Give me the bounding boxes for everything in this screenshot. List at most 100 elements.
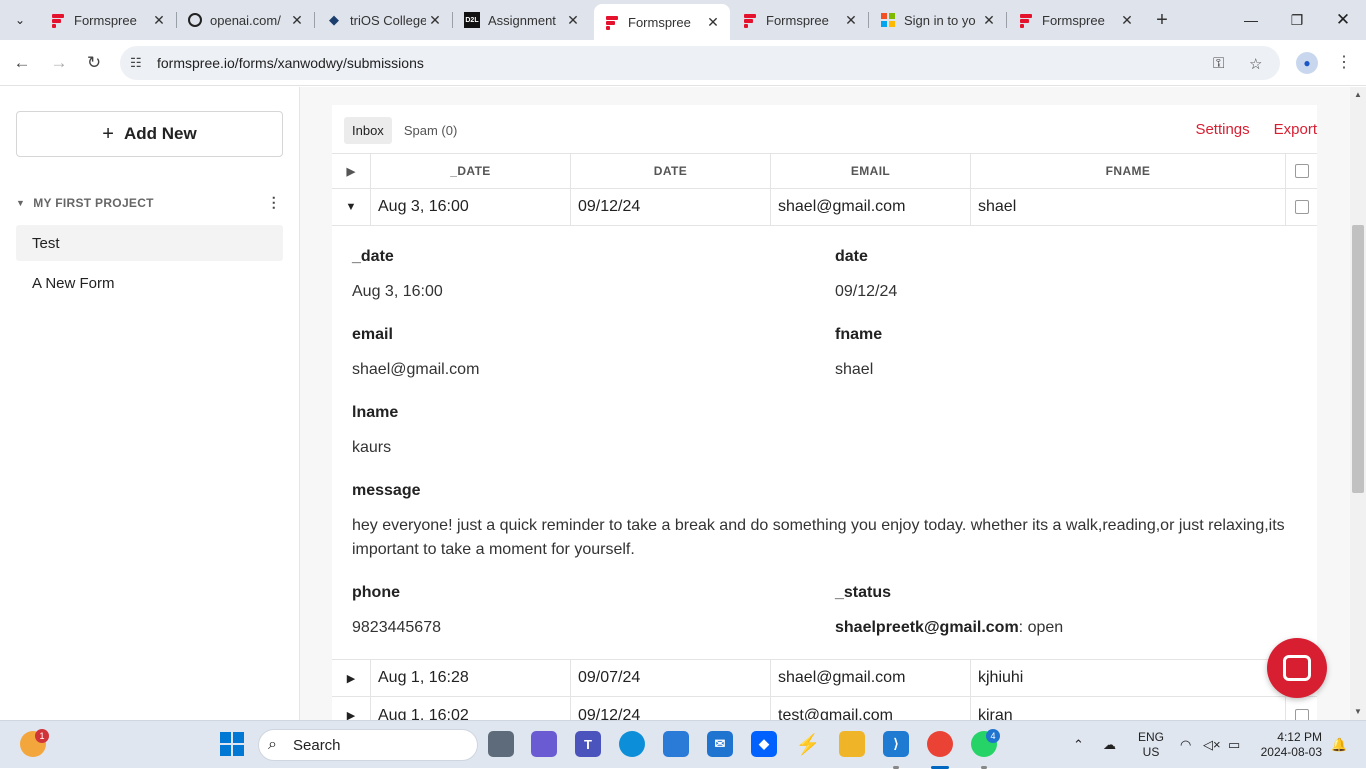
browser-tab[interactable]: Formspree ✕ (732, 6, 869, 34)
close-tab-icon[interactable]: ✕ (564, 12, 582, 29)
edge-icon[interactable] (619, 731, 645, 757)
table-cell: shael@gmail.com (771, 660, 971, 696)
browser-tab[interactable]: Formspree ✕ (40, 6, 177, 34)
chrome-icon[interactable] (927, 731, 953, 757)
back-arrow-icon[interactable]: ← (10, 51, 34, 75)
caret-right-icon[interactable]: ▶ (332, 697, 371, 720)
caret-down-icon[interactable]: ▼ (16, 198, 25, 208)
close-tab-icon[interactable]: ✕ (288, 12, 306, 29)
table-row[interactable]: ▶ Aug 1, 16:02 09/12/24 test@gmail.com k… (332, 697, 1317, 720)
clock[interactable]: 4:12 PM 2024-08-03 (1258, 730, 1322, 760)
dropbox-icon[interactable]: ◆ (751, 731, 777, 757)
browser-tab[interactable]: openai.com/ ✕ (178, 6, 315, 34)
tab-spam[interactable]: Spam (0) (396, 117, 465, 144)
forward-arrow-icon[interactable]: → (47, 51, 71, 75)
password-key-icon[interactable]: ⚿ (1213, 55, 1224, 72)
new-tab-plus-icon[interactable]: + (1150, 8, 1174, 32)
notification-bell-icon[interactable]: 🔔 (1331, 737, 1347, 753)
onedrive-icon[interactable]: ☁ (1103, 737, 1116, 753)
address-bar[interactable]: ☷ formspree.io/forms/xanwodwy/submission… (120, 46, 1280, 80)
caret-right-icon[interactable]: ▶ (332, 660, 371, 696)
profile-avatar-icon[interactable]: ● (1296, 52, 1318, 74)
settings-link[interactable]: Settings (1195, 117, 1249, 142)
project-header[interactable]: ▼ MY FIRST PROJECT ⋮ (16, 194, 283, 211)
reload-icon[interactable]: ↻ (82, 51, 106, 75)
expand-all-caret-icon[interactable]: ▶ (332, 154, 371, 188)
page-scrollbar[interactable]: ▲ ▼ (1350, 87, 1366, 720)
tray-chevron-icon[interactable]: ⌃ (1073, 737, 1084, 753)
column-header[interactable]: EMAIL (771, 154, 971, 188)
scroll-up-icon[interactable]: ▲ (1354, 90, 1362, 99)
store-icon[interactable] (663, 731, 689, 757)
vscode-icon[interactable]: ⟩ (883, 731, 909, 757)
table-row[interactable]: ▶ Aug 1, 16:28 09/07/24 shael@gmail.com … (332, 660, 1317, 697)
browser-tab[interactable]: Formspree ✕ (1008, 6, 1144, 34)
clock-time: 4:12 PM (1277, 730, 1322, 744)
close-tab-icon[interactable]: ✕ (704, 14, 722, 31)
field-value: shael@gmail.com (352, 361, 480, 378)
row-checkbox[interactable] (1286, 189, 1317, 225)
browser-menu-icon[interactable]: ⋮ (1336, 52, 1352, 72)
close-tab-icon[interactable]: ✕ (426, 12, 444, 29)
tab-label: Formspree (766, 12, 829, 28)
teams-icon[interactable]: T (575, 731, 601, 757)
close-tab-icon[interactable]: ✕ (842, 12, 860, 29)
site-info-icon[interactable]: ☷ (130, 55, 142, 71)
column-header[interactable]: _DATE (371, 154, 571, 188)
app-arrow-icon[interactable]: ⚡ (795, 731, 821, 757)
trios-icon: ◆ (329, 12, 339, 27)
checkbox-box[interactable] (1294, 200, 1309, 214)
more-vertical-icon[interactable]: ⋮ (267, 194, 281, 211)
field-label: phone (352, 584, 400, 601)
close-window-icon[interactable]: ✕ (1320, 8, 1366, 32)
copilot-icon[interactable] (531, 731, 557, 757)
tab-label: Assignment (488, 12, 556, 28)
openai-icon (188, 13, 202, 27)
table-cell: kiran (971, 697, 1286, 720)
clock-date: 2024-08-03 (1260, 745, 1322, 759)
bookmark-star-icon[interactable]: ☆ (1249, 55, 1262, 73)
browser-tab-active[interactable]: Formspree ✕ (594, 4, 730, 40)
tab-strip: ⌄ Formspree ✕ openai.com/ ✕ ◆ triOS Coll… (0, 0, 1366, 40)
scrollbar-thumb[interactable] (1352, 225, 1364, 493)
windows-start-icon[interactable] (219, 731, 245, 757)
tab-search-chevron-icon[interactable]: ⌄ (8, 8, 32, 32)
sidebar-item-test[interactable]: Test (16, 225, 283, 261)
volume-muted-icon[interactable]: ◁× (1203, 737, 1221, 753)
restore-icon[interactable]: ❐ (1274, 8, 1320, 32)
language-indicator[interactable]: ENG US (1138, 730, 1164, 760)
close-tab-icon[interactable]: ✕ (150, 12, 168, 29)
row-checkbox[interactable] (1286, 697, 1317, 720)
table-cell: Aug 1, 16:28 (371, 660, 571, 696)
browser-tab[interactable]: D2L Assignment ✕ (454, 6, 590, 34)
sidebar-item-a-new-form[interactable]: A New Form (16, 265, 283, 301)
browser-tab[interactable]: Sign in to yo ✕ (870, 6, 1007, 34)
file-explorer-icon[interactable] (839, 731, 865, 757)
scroll-down-icon[interactable]: ▼ (1354, 707, 1362, 716)
close-tab-icon[interactable]: ✕ (1118, 12, 1136, 29)
tab-inbox[interactable]: Inbox (344, 117, 392, 144)
chat-support-button[interactable] (1267, 638, 1327, 698)
formspree-icon (742, 12, 758, 28)
taskbar-search-box[interactable]: ⌕ Search (258, 729, 478, 761)
table-cell: shael@gmail.com (771, 189, 971, 225)
minimize-icon[interactable]: — (1228, 8, 1274, 32)
table-row[interactable]: ▼ Aug 3, 16:00 09/12/24 shael@gmail.com … (332, 189, 1317, 226)
checkbox-box[interactable] (1294, 708, 1309, 720)
caret-down-icon[interactable]: ▼ (332, 189, 371, 225)
browser-tab[interactable]: ◆ triOS College ✕ (316, 6, 453, 34)
mail-icon[interactable]: ✉ (707, 731, 733, 757)
close-tab-icon[interactable]: ✕ (980, 12, 998, 29)
task-view-icon[interactable] (488, 731, 514, 757)
wifi-icon[interactable]: ◠ (1180, 737, 1191, 753)
select-all-checkbox[interactable] (1286, 154, 1317, 188)
add-new-button[interactable]: + Add New (16, 111, 283, 157)
column-header[interactable]: FNAME (971, 154, 1286, 188)
notification-badge: 1 (35, 729, 49, 743)
battery-icon[interactable]: ▭ (1228, 737, 1240, 753)
export-link[interactable]: Export (1274, 117, 1317, 142)
checkbox-box[interactable] (1294, 164, 1309, 178)
column-header[interactable]: DATE (571, 154, 771, 188)
table-cell: shael (971, 189, 1286, 225)
url-text[interactable]: formspree.io/forms/xanwodwy/submissions (157, 55, 424, 71)
